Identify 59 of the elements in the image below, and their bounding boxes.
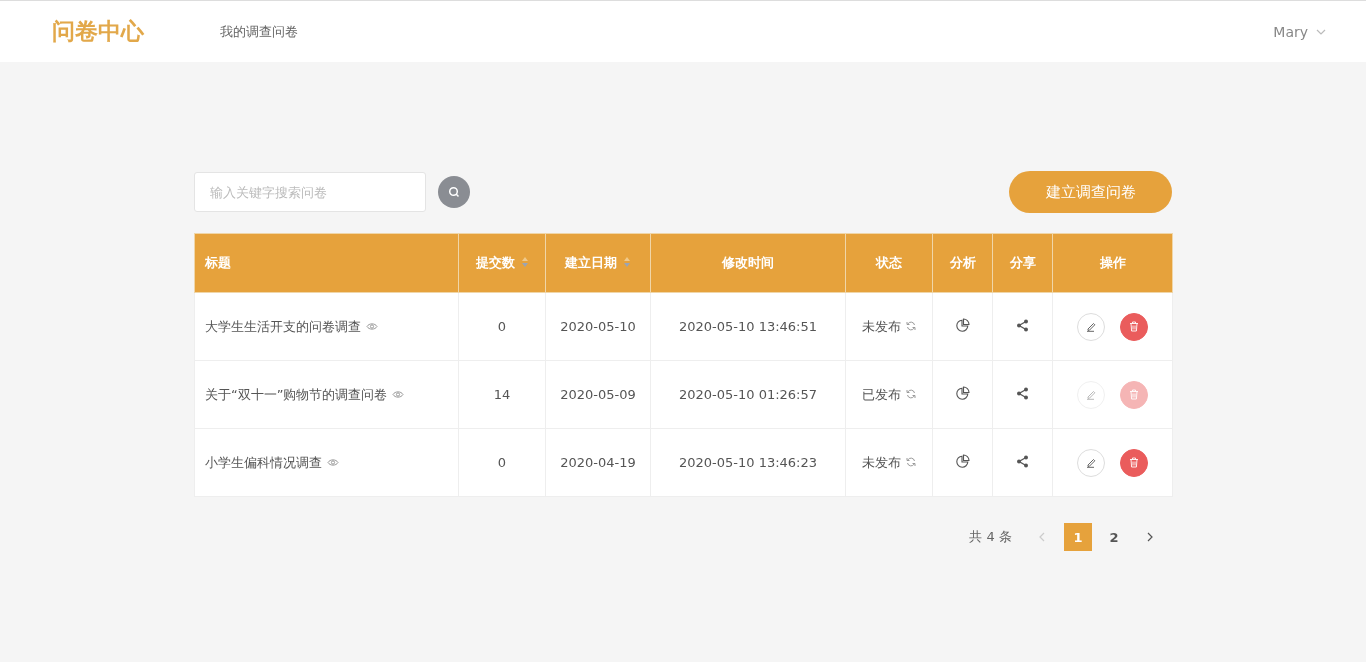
nav-link[interactable]: 我的调查问卷 — [220, 22, 298, 41]
table-cell: 2020-05-09 — [560, 387, 636, 402]
search-button[interactable] — [438, 176, 470, 208]
survey-title: 大学生生活开支的问卷调查 — [205, 318, 361, 334]
trash-icon — [1129, 321, 1139, 332]
refresh-icon[interactable] — [906, 388, 916, 399]
column-header: 标题 — [194, 233, 459, 293]
status-text: 已发布 — [862, 386, 901, 402]
chevron-down-icon — [1316, 28, 1326, 35]
pencil-icon — [1085, 321, 1097, 332]
pie-chart-icon[interactable] — [955, 453, 970, 469]
column-header: 操作 — [1052, 233, 1173, 293]
edit-button[interactable] — [1077, 312, 1105, 341]
refresh-icon[interactable] — [906, 320, 916, 331]
trash-icon — [1129, 389, 1139, 400]
eye-icon[interactable] — [392, 389, 405, 399]
search-icon — [448, 186, 460, 198]
column-header: 分析 — [932, 233, 993, 293]
page-button[interactable]: 1 — [1064, 523, 1092, 551]
total-count: 共 4 条 — [969, 528, 1012, 546]
column-header[interactable]: 建立日期 — [545, 233, 651, 293]
logo: 问卷中心 — [52, 17, 145, 46]
pencil-icon — [1085, 389, 1097, 400]
table-cell: 0 — [497, 319, 507, 334]
status-text: 未发布 — [862, 454, 901, 470]
delete-button[interactable] — [1120, 448, 1148, 477]
create-survey-button[interactable]: 建立调查问卷 — [1009, 171, 1172, 213]
column-header: 分享 — [992, 233, 1053, 293]
share-icon[interactable] — [1016, 318, 1029, 332]
edit-button[interactable] — [1077, 448, 1105, 477]
sort-icon[interactable] — [520, 256, 529, 268]
table-cell: 2020-05-10 13:46:51 — [678, 319, 818, 334]
table-cell: 2020-05-10 13:46:23 — [678, 455, 818, 470]
pie-chart-icon[interactable] — [955, 317, 970, 333]
search-field[interactable]: 输入关键字搜索问卷 — [194, 172, 426, 212]
status-text: 未发布 — [862, 318, 901, 334]
table-cell: 0 — [497, 455, 507, 470]
survey-title: 小学生偏科情况调查 — [205, 454, 322, 470]
delete-button[interactable] — [1120, 312, 1148, 341]
table-cell: 2020-05-10 01:26:57 — [678, 387, 818, 402]
share-icon[interactable] — [1016, 386, 1029, 400]
pie-chart-icon[interactable] — [955, 385, 970, 401]
survey-title: 关于“双十一”购物节的调查问卷 — [205, 386, 388, 402]
eye-icon[interactable] — [366, 321, 378, 331]
user-menu[interactable]: Mary — [1273, 23, 1326, 40]
eye-icon[interactable] — [327, 457, 339, 467]
chevron-left-icon — [1039, 532, 1045, 542]
column-header[interactable]: 提交数 — [458, 233, 546, 293]
table-cell: 14 — [493, 387, 511, 402]
column-header: 修改时间 — [650, 233, 846, 293]
chevron-right-icon — [1147, 532, 1153, 542]
pencil-icon — [1085, 457, 1097, 468]
sort-icon[interactable] — [623, 256, 631, 268]
table-cell: 2020-04-19 — [560, 455, 636, 470]
refresh-icon[interactable] — [906, 456, 916, 467]
column-header: 状态 — [845, 233, 933, 293]
share-icon[interactable] — [1016, 454, 1029, 468]
table-cell: 2020-05-10 — [560, 319, 636, 334]
trash-icon — [1129, 457, 1139, 468]
